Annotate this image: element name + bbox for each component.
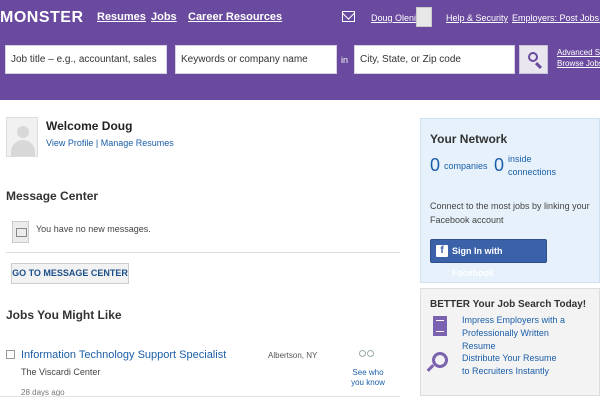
advanced-search-link[interactable]: Advanced Se: [557, 47, 600, 58]
people-icon[interactable]: [359, 347, 375, 361]
job-checkbox[interactable]: [6, 350, 15, 359]
employers-link[interactable]: Employers: Post Jobs & Find: [512, 13, 600, 23]
nav-career-resources[interactable]: Career Resources: [188, 11, 282, 23]
jobs-you-might-like-title: Jobs You Might Like: [6, 308, 122, 322]
location-input[interactable]: [354, 45, 515, 74]
no-messages-text: You have no new messages.: [36, 224, 151, 234]
in-label: in: [341, 55, 349, 65]
search-links: Advanced Se Browse Jobs: [557, 47, 600, 69]
job-company: The Viscardi Center: [21, 367, 101, 377]
network-title: Your Network: [430, 132, 508, 146]
better-job-search-panel: BETTER Your Job Search Today! Impress Em…: [420, 288, 600, 396]
facebook-icon: f: [436, 245, 448, 257]
connections-count[interactable]: 0: [494, 155, 504, 176]
your-network-panel: Your Network 0 companies 0 inside connec…: [420, 118, 600, 283]
go-to-message-center-button[interactable]: GO TO MESSAGE CENTER: [11, 263, 129, 284]
pin-icon: [432, 352, 448, 368]
browse-jobs-link[interactable]: Browse Jobs: [557, 58, 600, 69]
search-button[interactable]: [519, 45, 548, 74]
user-avatar[interactable]: [416, 7, 432, 27]
facebook-button-label: Sign In with Facebook: [452, 246, 503, 278]
job-location: Albertson, NY: [268, 351, 318, 360]
top-header: MONSTER Resumes Jobs Career Resources Do…: [0, 0, 600, 100]
resume-icon: [433, 316, 447, 336]
message-center-title: Message Center: [6, 189, 99, 203]
see-who-you-know-link[interactable]: See who you know: [345, 368, 391, 388]
better-title: BETTER Your Job Search Today!: [430, 299, 587, 310]
distribute-resume-link[interactable]: Distribute Your Resume to Recruiters Ins…: [462, 352, 562, 378]
link-separator: |: [95, 138, 99, 148]
companies-label[interactable]: companies: [444, 160, 488, 173]
companies-count[interactable]: 0: [430, 155, 440, 176]
monster-logo[interactable]: MONSTER: [0, 9, 84, 27]
nav-resumes[interactable]: Resumes: [97, 11, 146, 23]
divider: [6, 252, 400, 253]
job-title-link[interactable]: Information Technology Support Specialis…: [21, 349, 226, 361]
keywords-input[interactable]: [175, 45, 337, 74]
facebook-sign-in-button[interactable]: f Sign In with Facebook: [430, 239, 547, 278]
view-profile-link[interactable]: View Profile: [46, 138, 93, 148]
nav-jobs[interactable]: Jobs: [151, 11, 177, 23]
profile-avatar[interactable]: [6, 117, 38, 157]
help-security-link[interactable]: Help & Security: [446, 13, 508, 23]
profile-links: View Profile | Manage Resumes: [46, 138, 174, 148]
search-icon: [528, 52, 538, 62]
manage-resumes-link[interactable]: Manage Resumes: [101, 138, 174, 148]
connections-label[interactable]: inside connections: [508, 153, 560, 179]
mail-icon[interactable]: [342, 11, 355, 22]
job-title-input[interactable]: [5, 45, 167, 74]
bottom-border: [0, 396, 400, 397]
connect-facebook-text: Connect to the most jobs by linking your…: [430, 201, 590, 225]
resume-writing-link[interactable]: Impress Employers with a Professionally …: [462, 314, 580, 353]
welcome-heading: Welcome Doug: [46, 119, 133, 133]
message-icon: [12, 221, 29, 243]
